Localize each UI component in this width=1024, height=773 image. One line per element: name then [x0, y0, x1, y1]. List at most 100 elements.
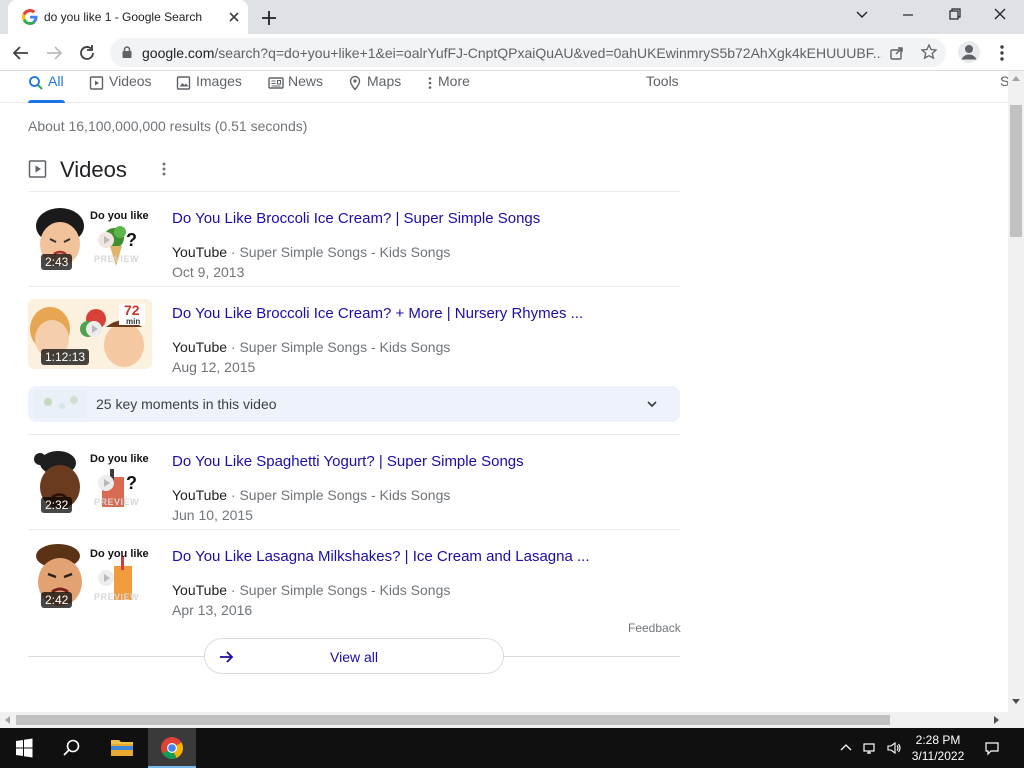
taskbar-search-button[interactable] [48, 728, 96, 768]
divider [28, 434, 680, 435]
video-duration: 2:32 [41, 497, 73, 513]
video-platform: YouTube [172, 487, 228, 503]
tab-label: All [48, 73, 64, 89]
thumbnail-preview: PREVIEW [94, 254, 140, 264]
minimize-icon[interactable] [896, 5, 920, 25]
scroll-up-icon[interactable] [1012, 75, 1020, 81]
thumbnail-preview: PREVIEW [94, 592, 140, 602]
video-duration: 2:42 [41, 592, 73, 608]
tab-label: News [288, 73, 324, 89]
separator: · [230, 244, 236, 260]
video-platform: YouTube [172, 582, 228, 598]
tab-more[interactable]: More [422, 73, 478, 101]
scrollbar-thumb[interactable] [16, 715, 890, 725]
video-result[interactable]: Do you like PREVIEW 2:42 Do You Like Las… [28, 542, 680, 622]
scroll-right-icon[interactable] [994, 716, 1000, 724]
video-title-link[interactable]: Do You Like Broccoli Ice Cream? | Super … [172, 210, 540, 227]
scroll-left-icon[interactable] [4, 716, 10, 724]
separator: · [230, 339, 236, 355]
windows-logo-icon [16, 738, 33, 758]
more-options-icon[interactable] [158, 160, 170, 178]
tab-maps[interactable]: Maps [347, 73, 407, 101]
address-bar[interactable]: google.com/search?q=do+you+like+1&ei=oal… [110, 38, 946, 67]
lock-icon[interactable] [120, 45, 134, 59]
video-duration: 1:12:13 [41, 349, 90, 365]
video-result[interactable]: Do you like ? PREVIEW 2:32 Do You Like S… [28, 447, 680, 527]
video-thumbnail[interactable]: Do you like PREVIEW 2:42 [28, 542, 152, 612]
bookmark-star-icon[interactable] [920, 43, 938, 61]
tab-videos[interactable]: Videos [89, 73, 159, 101]
profile-avatar[interactable] [958, 41, 980, 63]
volume-icon[interactable] [886, 740, 902, 756]
video-thumbnail[interactable]: Do you like ? PREVIEW 2:43 [28, 204, 152, 274]
video-channel: Super Simple Songs - Kids Songs [239, 339, 451, 355]
google-logo-icon [22, 9, 38, 25]
thumbnail-question-mark: ? [126, 230, 137, 250]
video-platform: YouTube [172, 339, 228, 355]
tab-label: Images [196, 73, 242, 89]
folder-icon [111, 740, 133, 756]
chevron-up-icon[interactable] [838, 740, 854, 756]
scrollbar-thumb[interactable] [1010, 105, 1022, 237]
key-moments-expander[interactable]: 25 key moments in this video [28, 386, 680, 422]
url-host: google.com [142, 45, 215, 61]
taskbar-file-explorer[interactable] [98, 728, 146, 768]
url-text[interactable]: google.com/search?q=do+you+like+1&ei=oal… [142, 45, 882, 61]
video-title-link[interactable]: Do You Like Broccoli Ice Cream? + More |… [172, 305, 583, 322]
video-channel: Super Simple Songs - Kids Songs [239, 582, 451, 598]
tab-images[interactable]: Images [176, 73, 246, 101]
video-title-link[interactable]: Do You Like Lasagna Milkshakes? | Ice Cr… [172, 548, 590, 565]
thumbnail-caption: Do you like [90, 548, 149, 560]
video-result[interactable]: Do you like ? PREVIEW 2:43 Do You Like B… [28, 204, 680, 284]
view-all-button[interactable]: View all [204, 638, 504, 674]
taskbar-chrome[interactable] [148, 728, 196, 768]
more-vertical-icon [428, 77, 432, 89]
network-icon[interactable] [862, 740, 878, 756]
video-source: YouTube · Super Simple Songs - Kids Song… [172, 244, 450, 260]
share-icon[interactable] [888, 44, 906, 62]
tools-button[interactable]: Tools [646, 73, 686, 101]
browser-tab-strip: do you like 1 - Google Search [0, 0, 1024, 34]
feedback-link[interactable]: Feedback [628, 621, 681, 635]
close-window-icon[interactable] [988, 5, 1012, 25]
start-button[interactable] [0, 728, 48, 768]
system-clock[interactable]: 2:28 PM 3/11/2022 [904, 732, 972, 764]
browser-menu-icon[interactable] [994, 42, 1010, 64]
forward-icon[interactable] [43, 42, 65, 64]
browser-toolbar: google.com/search?q=do+you+like+1&ei=oal… [0, 34, 1024, 71]
windows-taskbar: 2:28 PM 3/11/2022 [0, 728, 1024, 768]
horizontal-scrollbar[interactable] [0, 712, 1008, 728]
vertical-scrollbar[interactable] [1008, 71, 1024, 712]
view-all-label: View all [330, 649, 378, 665]
video-result[interactable]: 72 min 1:12:13 Do You Like Broccoli Ice … [28, 299, 680, 379]
tab-news[interactable]: News [268, 73, 328, 101]
chevron-down-icon[interactable] [850, 5, 874, 25]
section-title: Videos [60, 157, 127, 182]
scrollbar-corner [1008, 712, 1024, 728]
tools-label: Tools [646, 73, 679, 89]
tab-all[interactable]: All [28, 73, 68, 101]
scroll-down-icon[interactable] [1012, 699, 1020, 705]
video-duration: 2:43 [41, 254, 73, 270]
video-thumbnail[interactable]: 72 min 1:12:13 [28, 299, 152, 369]
thumbnail-preview: PREVIEW [94, 497, 140, 507]
notifications-icon[interactable] [984, 740, 1000, 756]
close-tab-icon[interactable] [226, 9, 242, 25]
video-title-link[interactable]: Do You Like Spaghetti Yogurt? | Super Si… [172, 453, 524, 470]
search-results-page: All Videos Images News Maps More Tools S… [0, 71, 1008, 712]
safesearch-label[interactable]: S [1000, 73, 1008, 89]
restore-icon[interactable] [942, 5, 966, 25]
browser-tab[interactable]: do you like 1 - Google Search [8, 0, 248, 34]
video-thumbnail[interactable]: Do you like ? PREVIEW 2:32 [28, 447, 152, 517]
clock-time: 2:28 PM [915, 733, 961, 747]
separator: · [230, 582, 236, 598]
new-tab-icon[interactable] [258, 7, 280, 29]
chevron-down-icon [647, 401, 657, 408]
divider [28, 529, 680, 530]
back-icon[interactable] [10, 42, 32, 64]
reload-icon[interactable] [76, 42, 98, 64]
thumbnail-badge: 72 [124, 302, 140, 318]
clock-date: 3/11/2022 [911, 749, 965, 763]
key-moments-label: 25 key moments in this video [96, 396, 277, 412]
thumbnail-question-mark: ? [126, 473, 137, 493]
